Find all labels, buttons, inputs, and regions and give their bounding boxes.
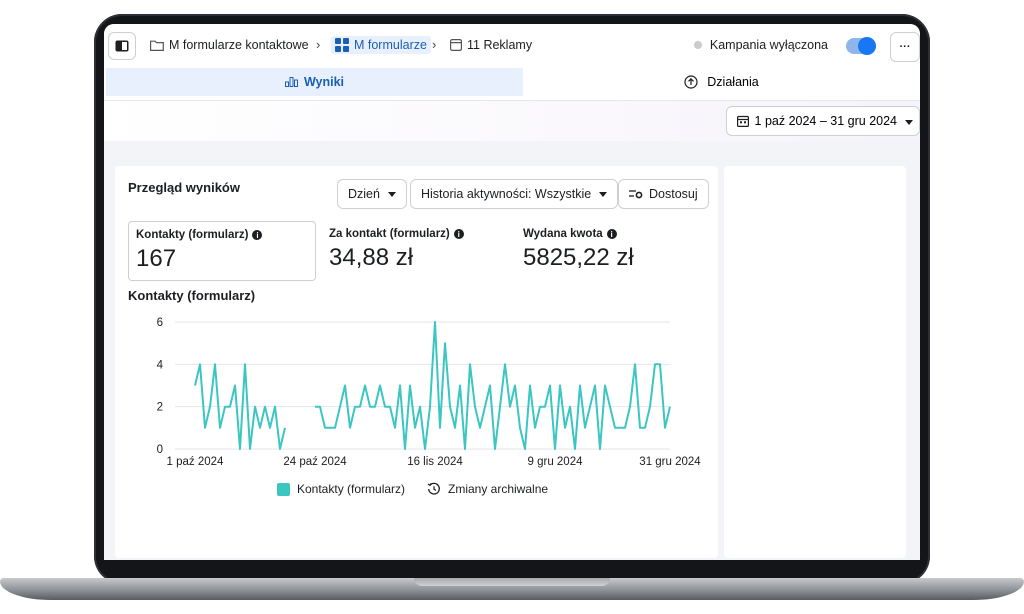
granularity-dropdown[interactable]: Dzień — [337, 179, 407, 209]
metric-value: 34,88 zł — [329, 244, 414, 271]
app-screen: M formularze kontaktowe › M formularze ›… — [104, 24, 920, 560]
breadcrumb-label: M formularze kontaktowe — [169, 38, 309, 52]
metric-value: 5825,22 zł — [523, 244, 634, 271]
legend-series[interactable]: Kontakty (formularz) — [277, 482, 405, 496]
y-tick-label: 0 — [157, 444, 163, 456]
side-panel — [724, 166, 906, 558]
history-filter-label: Historia aktywności: Wszystkie — [421, 187, 592, 201]
more-options-button[interactable]: ··· — [890, 32, 920, 62]
series-contacts — [194, 321, 671, 450]
chevron-right-icon: › — [316, 37, 321, 52]
panel-icon — [115, 40, 129, 52]
legend-archive-label: Zmiany archiwalne — [448, 482, 549, 496]
campaign-status: Kampania wyłączona — [693, 38, 828, 52]
metric-label-row: Za kontakt (formularz) i — [329, 228, 495, 240]
y-tick-label: 6 — [157, 317, 163, 329]
y-axis-ticks: 0 2 4 6 — [157, 317, 164, 456]
laptop-notch — [414, 578, 610, 586]
chart-title: Kontakty (formularz) — [128, 288, 256, 303]
breadcrumb-campaign[interactable]: M formularze kontaktowe — [150, 38, 309, 52]
date-range-label: 1 paź 2024 – 31 gru 2024 — [754, 114, 897, 128]
breadcrumb-adset[interactable]: M formularze — [331, 36, 431, 54]
metric-value: 167 — [136, 245, 177, 272]
dropdown-caret-icon — [905, 120, 913, 125]
metric-tile-amount-spent[interactable]: Wydana kwota i 5825,22 zł — [516, 221, 696, 281]
info-icon[interactable]: i — [606, 229, 617, 239]
bar-chart-icon — [284, 77, 298, 87]
metric-label-row: Wydana kwota i — [523, 228, 689, 240]
status-label: Kampania wyłączona — [709, 38, 828, 52]
toggle-knob — [858, 37, 876, 55]
tab-results[interactable]: Wyniki — [106, 68, 523, 96]
contacts-line-chart: 0 2 4 6 1 paź 2024 24 paź 2024 16 lis 2024 9 g… — [157, 317, 702, 468]
legend-archive-changes[interactable]: Zmiany archiwalne — [427, 482, 548, 496]
x-axis-ticks: 1 paź 2024 24 paź 2024 16 lis 2024 9 gru 20… — [167, 456, 702, 468]
dropdown-caret-icon — [387, 191, 396, 197]
card-title: Przegląd wyników — [128, 180, 240, 195]
results-overview-card: Przegląd wyników Dzień Historia aktywnoś… — [115, 166, 718, 558]
tab-actions[interactable]: Działania — [523, 68, 920, 96]
metric-label: Wydana kwota — [523, 228, 603, 240]
ad-icon — [450, 39, 462, 51]
arrow-up-circle-icon — [684, 75, 698, 89]
x-tick-label: 31 gru 2024 — [639, 456, 701, 468]
sidebar-toggle-button[interactable] — [108, 32, 136, 60]
info-icon[interactable]: i — [252, 230, 263, 240]
dropdown-caret-icon — [599, 191, 608, 197]
info-icon[interactable]: i — [453, 229, 464, 239]
x-tick-label: 1 paź 2024 — [167, 456, 225, 468]
customize-label: Dostosuj — [649, 187, 698, 201]
calendar-icon — [736, 115, 749, 127]
y-tick-label: 4 — [157, 359, 164, 371]
metric-label-row: Kontakty (formularz) i — [136, 229, 308, 241]
history-clock-icon — [427, 482, 440, 495]
granularity-label: Dzień — [348, 187, 380, 201]
folder-icon — [150, 40, 164, 51]
metric-label: Kontakty (formularz) — [136, 229, 249, 241]
top-bar: M formularze kontaktowe › M formularze ›… — [104, 24, 920, 68]
date-range-picker[interactable]: 1 paź 2024 – 31 gru 2024 — [725, 106, 920, 136]
date-bar: 1 paź 2024 – 31 gru 2024 — [104, 101, 920, 141]
campaign-toggle[interactable] — [846, 37, 876, 55]
customize-button[interactable]: Dostosuj — [618, 179, 709, 209]
more-icon: ··· — [899, 41, 911, 53]
breadcrumb-ads[interactable]: 11 Reklamy — [450, 38, 532, 52]
x-tick-label: 16 lis 2024 — [407, 456, 463, 468]
y-tick-label: 2 — [157, 402, 163, 414]
status-dot-icon — [693, 41, 702, 49]
settings-sliders-icon — [629, 190, 643, 199]
metric-tile-contacts[interactable]: Kontakty (formularz) i 167 — [128, 221, 316, 281]
metric-tile-cost-per-contact[interactable]: Za kontakt (formularz) i 34,88 zł — [322, 221, 502, 281]
tab-label: Wyniki — [303, 75, 345, 89]
x-tick-label: 24 paź 2024 — [283, 456, 347, 468]
view-tabs: Wyniki Działania — [104, 68, 920, 101]
grid-icon — [335, 38, 349, 52]
breadcrumb-label: M formularze — [354, 38, 427, 52]
legend-series-label: Kontakty (formularz) — [297, 482, 406, 496]
series-line-segment — [315, 321, 671, 450]
tab-label: Działania — [707, 75, 759, 89]
chevron-right-icon: › — [432, 37, 437, 52]
history-filter-dropdown[interactable]: Historia aktywności: Wszystkie — [410, 179, 619, 209]
breadcrumb-label: 11 Reklamy — [467, 38, 533, 52]
metric-label: Za kontakt (formularz) — [329, 228, 450, 240]
x-tick-label: 9 gru 2024 — [528, 456, 584, 468]
legend-swatch — [277, 482, 290, 496]
